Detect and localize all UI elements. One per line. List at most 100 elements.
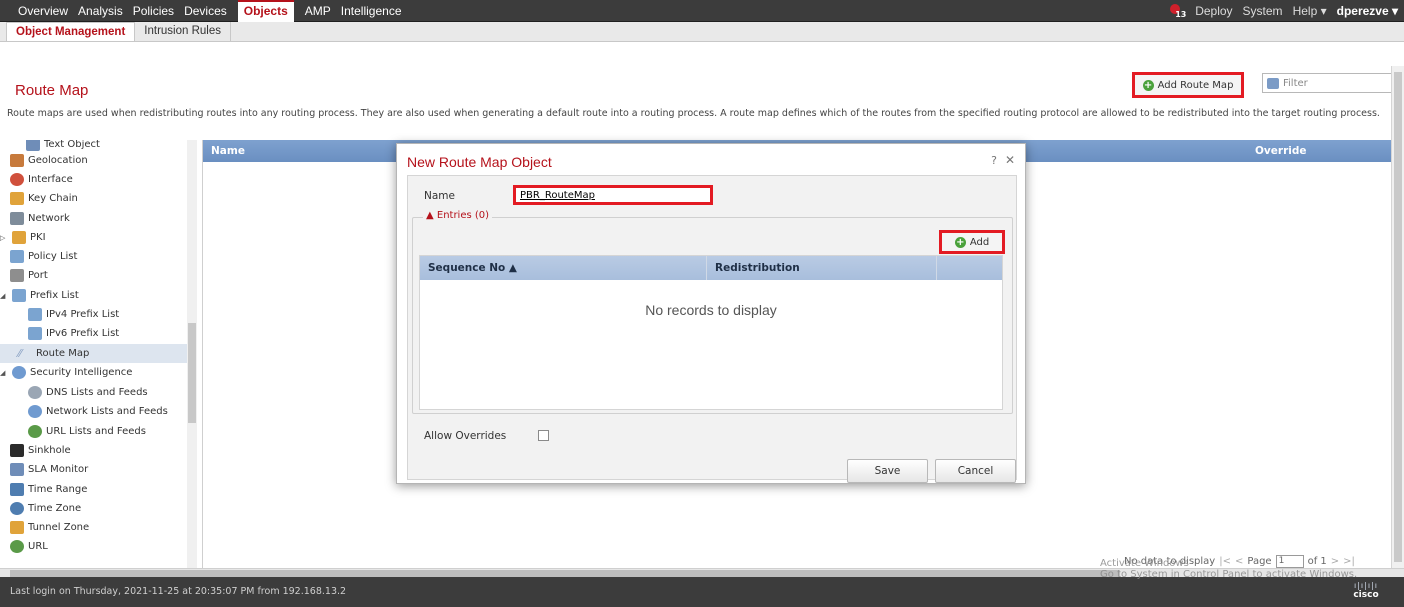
collapse-icon[interactable]: ◢ bbox=[0, 369, 8, 377]
text-object-icon bbox=[26, 140, 40, 151]
sidebar-item-url-lists[interactable]: URL Lists and Feeds bbox=[28, 422, 146, 441]
sidebar-item-ipv4-prefix-list[interactable]: IPv4 Prefix List bbox=[28, 305, 119, 324]
route-map-icon: ⁄⁄ bbox=[18, 347, 22, 360]
sidebar-item-route-map[interactable]: ⁄⁄ Route Map bbox=[0, 344, 188, 363]
add-entry-button[interactable]: + Add bbox=[939, 230, 1005, 254]
sidebar-item-geolocation[interactable]: Geolocation bbox=[10, 151, 88, 170]
watermark-line1: Activate Windows bbox=[1100, 558, 1189, 569]
sidebar-scroll-thumb[interactable] bbox=[188, 323, 196, 423]
column-override[interactable]: Override bbox=[1255, 145, 1307, 157]
name-field[interactable] bbox=[513, 185, 713, 205]
sidebar-item-time-range[interactable]: Time Range bbox=[10, 480, 87, 499]
nav-devices[interactable]: Devices bbox=[179, 0, 232, 22]
time-zone-icon bbox=[10, 502, 24, 515]
sidebar-item-label: Route Map bbox=[36, 348, 90, 359]
sidebar-item-label: IPv4 Prefix List bbox=[46, 309, 120, 320]
nav-right: 13 Deploy System Help ▾ dperezve ▾ bbox=[1169, 0, 1398, 22]
sidebar-item-label: Network bbox=[28, 213, 70, 224]
cancel-button[interactable]: Cancel bbox=[935, 459, 1016, 483]
ipv6-prefix-list-icon bbox=[28, 327, 42, 340]
pki-icon bbox=[12, 231, 26, 244]
sidebar-item-network[interactable]: Network bbox=[10, 209, 70, 228]
add-route-map-label: Add Route Map bbox=[1157, 79, 1234, 91]
entries-table: Sequence No ▲ Redistribution No records … bbox=[419, 255, 1003, 410]
help-menu[interactable]: Help ▾ bbox=[1293, 4, 1327, 18]
last-login-text: Last login on Thursday, 2021-11-25 at 20… bbox=[10, 586, 347, 597]
nav-analysis[interactable]: Analysis bbox=[73, 0, 128, 22]
tab-object-management[interactable]: Object Management bbox=[6, 22, 136, 41]
deploy-link[interactable]: Deploy bbox=[1195, 4, 1232, 18]
sidebar-item-label: Time Range bbox=[28, 484, 88, 495]
empty-message: No records to display bbox=[645, 302, 777, 318]
horizontal-scroll-thumb[interactable] bbox=[10, 570, 1120, 577]
object-tree-sidebar: Text Object Geolocation Interface Key Ch… bbox=[0, 140, 203, 568]
sidebar-item-pki[interactable]: ▷ PKI bbox=[0, 228, 46, 247]
sidebar-item-label: Interface bbox=[28, 174, 73, 185]
nav-objects[interactable]: Objects bbox=[237, 0, 294, 22]
sidebar-item-label: URL Lists and Feeds bbox=[46, 426, 146, 437]
sidebar-item-ipv6-prefix-list[interactable]: IPv6 Prefix List bbox=[28, 324, 119, 343]
add-route-map-button[interactable]: + Add Route Map bbox=[1132, 72, 1244, 98]
column-redistribution[interactable]: Redistribution bbox=[707, 256, 937, 280]
sidebar-item-label: Network Lists and Feeds bbox=[46, 406, 168, 417]
sidebar-item-policy-list[interactable]: Policy List bbox=[10, 247, 77, 266]
tab-intrusion-rules[interactable]: Intrusion Rules bbox=[135, 22, 231, 41]
interface-icon bbox=[10, 173, 24, 186]
sidebar-item-prefix-list[interactable]: ◢ Prefix List bbox=[0, 286, 79, 305]
sidebar-item-label: URL bbox=[28, 541, 48, 552]
filter-input[interactable]: Filter bbox=[1262, 73, 1394, 93]
sidebar-item-sla-monitor[interactable]: SLA Monitor bbox=[10, 460, 88, 479]
sinkhole-icon bbox=[10, 444, 24, 457]
column-sequence-no[interactable]: Sequence No ▲ bbox=[420, 256, 707, 280]
allow-overrides-checkbox[interactable] bbox=[538, 430, 549, 441]
allow-overrides-label: Allow Overrides bbox=[424, 430, 507, 442]
windows-activation-watermark: Activate Windows Go to System in Control… bbox=[1100, 558, 1357, 580]
column-name[interactable]: Name bbox=[211, 145, 245, 157]
sidebar-item-port[interactable]: Port bbox=[10, 266, 48, 285]
sidebar-item-tunnel-zone[interactable]: Tunnel Zone bbox=[10, 518, 89, 537]
sidebar-item-key-chain[interactable]: Key Chain bbox=[10, 189, 78, 208]
sidebar-item-sinkhole[interactable]: Sinkhole bbox=[10, 441, 71, 460]
sidebar-item-label: Key Chain bbox=[28, 193, 78, 204]
filter-icon bbox=[1267, 77, 1279, 89]
collapse-icon[interactable]: ◢ bbox=[0, 292, 8, 300]
name-label: Name bbox=[424, 190, 455, 202]
network-icon bbox=[10, 212, 24, 225]
user-menu[interactable]: dperezve ▾ bbox=[1337, 4, 1398, 18]
geolocation-icon bbox=[10, 154, 24, 167]
nav-intelligence[interactable]: Intelligence bbox=[336, 0, 407, 22]
sidebar-item-label: Policy List bbox=[28, 251, 78, 262]
save-button[interactable]: Save bbox=[847, 459, 928, 483]
nav-amp[interactable]: AMP bbox=[300, 0, 336, 22]
sidebar-item-interface[interactable]: Interface bbox=[10, 170, 73, 189]
system-link[interactable]: System bbox=[1243, 4, 1283, 18]
security-intelligence-icon bbox=[12, 366, 26, 379]
help-icon[interactable]: ? bbox=[991, 154, 997, 167]
nav-policies[interactable]: Policies bbox=[128, 0, 179, 22]
sidebar-item-label: Prefix List bbox=[30, 290, 79, 301]
page-scroll-thumb[interactable] bbox=[1394, 72, 1402, 562]
page-title: Route Map bbox=[15, 82, 89, 99]
sidebar-item-network-lists[interactable]: Network Lists and Feeds bbox=[28, 402, 168, 421]
sla-monitor-icon bbox=[10, 463, 24, 476]
add-icon: + bbox=[1142, 79, 1154, 91]
entries-toggle[interactable]: ▲ Entries (0) bbox=[423, 210, 493, 221]
sidebar-item-label: Sinkhole bbox=[28, 445, 71, 456]
sidebar-item-time-zone[interactable]: Time Zone bbox=[10, 499, 81, 518]
nav-overview[interactable]: Overview bbox=[0, 0, 73, 22]
page-scrollbar[interactable] bbox=[1391, 66, 1404, 568]
tunnel-zone-icon bbox=[10, 521, 24, 534]
cisco-logo-bars: ı|ı|ı|ı bbox=[1354, 581, 1378, 590]
sidebar-item-label: Text Object bbox=[44, 140, 100, 150]
cisco-logo-text: cisco bbox=[1353, 590, 1379, 600]
time-range-icon bbox=[10, 483, 24, 496]
notification-icon[interactable]: 13 bbox=[1169, 3, 1186, 19]
close-icon[interactable]: ✕ bbox=[1005, 153, 1015, 167]
filter-placeholder: Filter bbox=[1283, 77, 1308, 89]
add-icon: + bbox=[954, 236, 966, 248]
sidebar-item-label: SLA Monitor bbox=[28, 464, 89, 475]
sidebar-item-security-intelligence[interactable]: ◢ Security Intelligence bbox=[0, 363, 132, 382]
expand-icon[interactable]: ▷ bbox=[0, 234, 8, 242]
sidebar-item-dns-lists[interactable]: DNS Lists and Feeds bbox=[28, 383, 148, 402]
sidebar-item-url[interactable]: URL bbox=[10, 537, 48, 556]
